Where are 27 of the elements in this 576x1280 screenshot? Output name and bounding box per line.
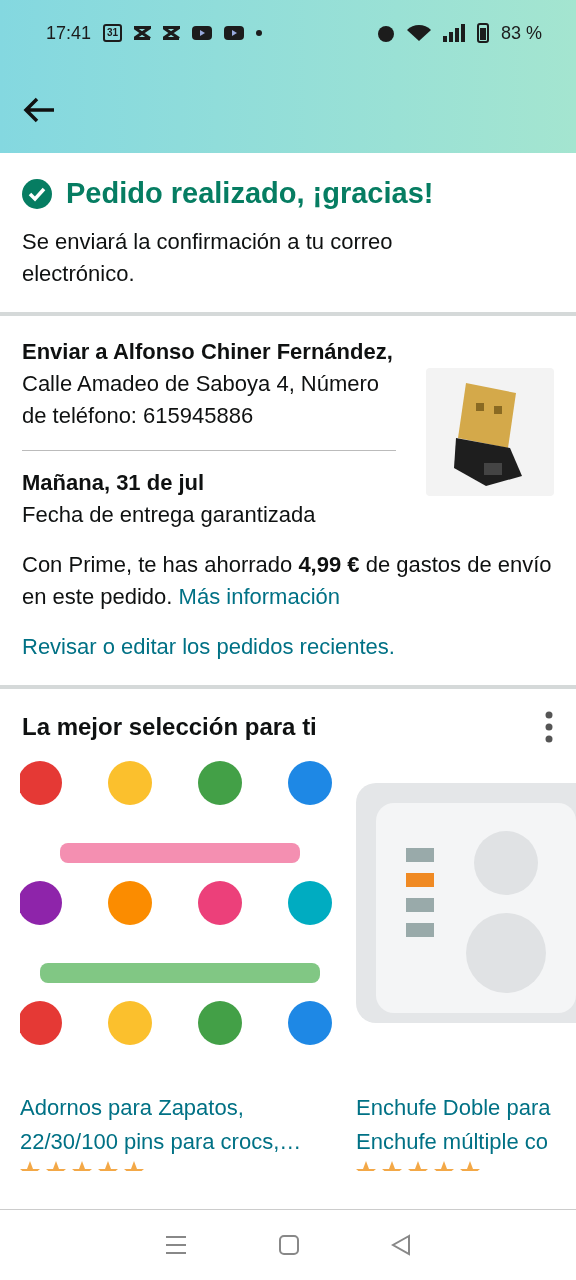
- signal-icon: [442, 24, 465, 42]
- menu-button[interactable]: [165, 1235, 188, 1255]
- check-circle-icon: [22, 178, 52, 209]
- section-title: La mejor selección para ti: [22, 713, 317, 741]
- shipping-address: Enviar a Alfonso Chiner Fernández, Calle Amadeo de Saboya 4, Número de teléfono: 615945886: [22, 338, 394, 430]
- battery-level: 83 %: [500, 22, 542, 44]
- calendar-icon: 31: [103, 24, 123, 42]
- confirmation-title: Pedido realizado, ¡gracias!: [66, 177, 434, 210]
- recent-orders-link[interactable]: Revisar o editar los pedidos recientes.: [22, 634, 395, 659]
- back-nav-button[interactable]: [390, 1234, 411, 1256]
- play-icon: [224, 26, 245, 40]
- play-icon: [192, 26, 213, 40]
- clock-time: 17:41: [46, 22, 92, 44]
- prime-note: Con Prime, te has ahorrado 4,99 € de gastos de envío en este pedido. Más información: [22, 551, 553, 611]
- delivery-date: Mañana, 31 de jul: [22, 469, 206, 497]
- product-title[interactable]: Enchufe Doble para Enchufe múltiple co: [356, 1091, 576, 1159]
- home-button[interactable]: [278, 1234, 300, 1256]
- delivery-note: Fecha de entrega garantizada: [22, 501, 317, 529]
- cross-icon: [134, 26, 152, 40]
- battery-icon: [476, 23, 489, 43]
- confirmation-message: Se enviará la confirmación a tu correo electrónico.: [22, 228, 394, 288]
- product-title[interactable]: Adornos para Zapatos, 22/30/100 pins para crocs,…: [20, 1091, 340, 1159]
- more-info-link[interactable]: Más información: [178, 584, 340, 609]
- cross-icon: [163, 26, 181, 40]
- more-options-button[interactable]: [544, 711, 554, 743]
- wifi-icon: [406, 25, 431, 41]
- dot-icon: [256, 30, 263, 36]
